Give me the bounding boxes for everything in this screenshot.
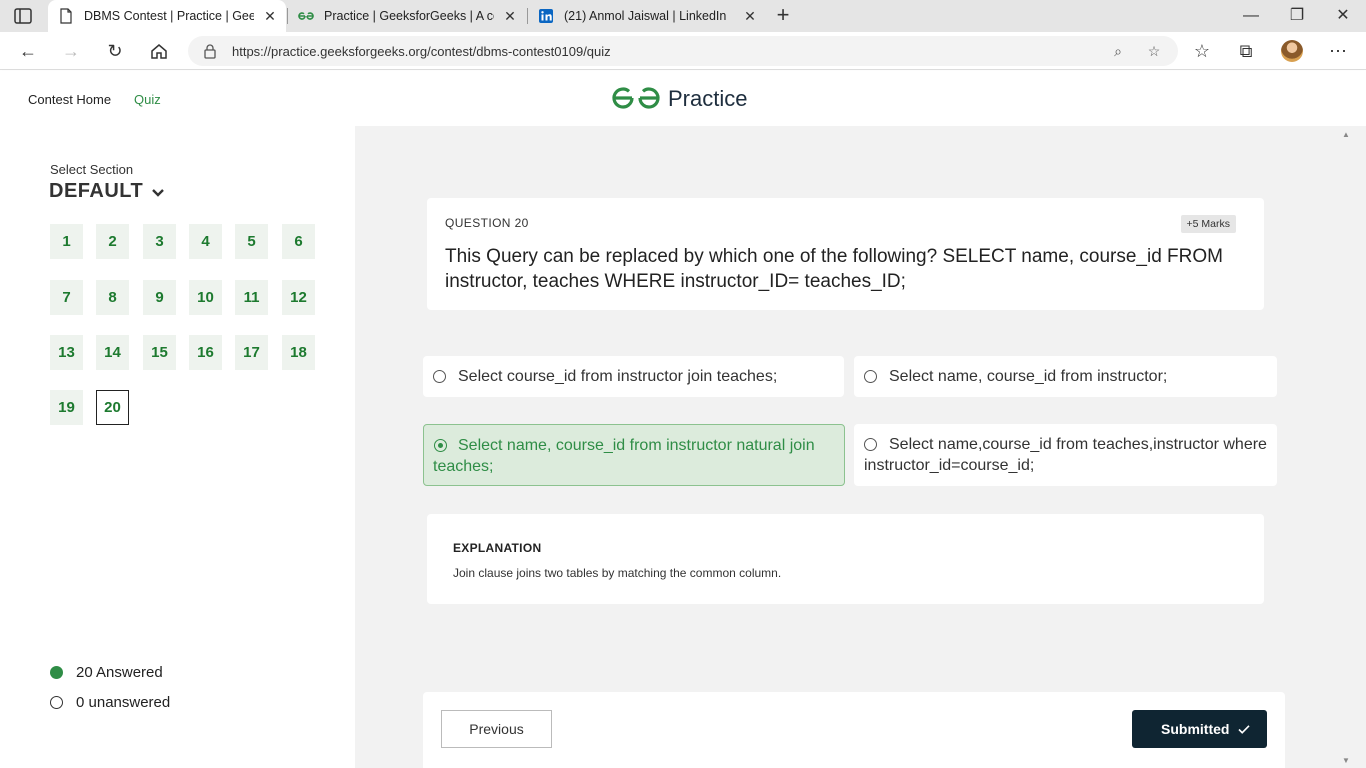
radio-icon[interactable] — [864, 370, 877, 383]
previous-button[interactable]: Previous — [441, 710, 552, 748]
radio-icon[interactable] — [433, 370, 446, 383]
question-button-14[interactable]: 14 — [96, 335, 129, 370]
select-section-label: Select Section — [50, 162, 134, 177]
question-button-13[interactable]: 13 — [50, 335, 83, 370]
unanswered-dot-icon — [50, 696, 63, 709]
question-button-5[interactable]: 5 — [235, 224, 268, 259]
lock-icon[interactable] — [203, 43, 217, 59]
tab-title: DBMS Contest | Practice | GeeksforGeeks — [84, 9, 254, 23]
option-4[interactable]: Select name,course_id from teaches,instr… — [854, 424, 1277, 486]
option-3[interactable]: Select name, course_id from instructor n… — [423, 424, 845, 486]
question-button-8[interactable]: 8 — [96, 280, 129, 315]
favorites-icon[interactable]: ☆ — [1191, 40, 1213, 62]
browser-tab-dbms-contest[interactable]: DBMS Contest | Practice | GeeksforGeeks … — [48, 0, 286, 32]
question-button-1[interactable]: 1 — [50, 224, 83, 259]
close-tab-icon[interactable]: ✕ — [262, 8, 278, 24]
chevron-down-icon[interactable] — [151, 188, 165, 198]
answered-dot-icon — [50, 666, 63, 679]
section-dropdown[interactable]: DEFAULT — [49, 180, 143, 203]
new-tab-button[interactable]: + — [772, 4, 794, 27]
quiz-footer: Previous Submitted — [423, 692, 1285, 768]
tab-title: (21) Anmol Jaiswal | LinkedIn — [564, 9, 727, 23]
submitted-button[interactable]: Submitted — [1132, 710, 1267, 748]
option-1[interactable]: Select course_id from instructor join te… — [423, 356, 844, 397]
marks-badge: +5 Marks — [1180, 215, 1236, 233]
question-button-17[interactable]: 17 — [235, 335, 268, 370]
refresh-icon[interactable]: ↻ — [104, 40, 126, 62]
tab-actions-icon[interactable] — [14, 8, 32, 24]
browser-tab-practice[interactable]: Practice | GeeksforGeeks | A computer sc… — [288, 0, 526, 32]
nav-contest-home[interactable]: Contest Home — [28, 92, 111, 107]
gfg-favicon-icon — [298, 12, 314, 20]
question-button-9[interactable]: 9 — [143, 280, 176, 315]
explanation-text: Join clause joins two tables by matching… — [453, 566, 782, 580]
scroll-up-arrow-icon[interactable]: ▲ — [1342, 130, 1350, 139]
page-icon — [60, 8, 72, 24]
address-bar[interactable]: https://practice.geeksforgeeks.org/conte… — [188, 36, 1178, 66]
explanation-card: EXPLANATION Join clause joins two tables… — [427, 514, 1264, 604]
close-tab-icon[interactable]: ✕ — [502, 8, 518, 24]
option-text: Select name,course_id from teaches,instr… — [864, 436, 1267, 474]
question-button-2[interactable]: 2 — [96, 224, 129, 259]
collections-icon[interactable]: ⧉ — [1235, 40, 1257, 62]
question-button-3[interactable]: 3 — [143, 224, 176, 259]
question-button-11[interactable]: 11 — [235, 280, 268, 315]
home-icon[interactable] — [148, 40, 170, 62]
question-button-4[interactable]: 4 — [189, 224, 222, 259]
restore-icon[interactable]: ❐ — [1287, 6, 1307, 26]
zoom-icon[interactable]: ⌕ — [1110, 43, 1126, 59]
option-text: Select name, course_id from instructor; — [889, 368, 1168, 385]
close-window-icon[interactable]: ✕ — [1333, 6, 1353, 26]
tab-title: Practice | GeeksforGeeks | A computer sc… — [324, 9, 494, 23]
profile-avatar[interactable] — [1281, 40, 1303, 62]
url-text[interactable]: https://practice.geeksforgeeks.org/conte… — [232, 44, 611, 59]
add-favorite-icon[interactable]: ☆ — [1146, 43, 1162, 59]
question-button-7[interactable]: 7 — [50, 280, 83, 315]
scroll-down-arrow-icon[interactable]: ▼ — [1342, 756, 1350, 765]
option-text: Select name, course_id from instructor n… — [433, 437, 815, 475]
logo-text: Practice — [668, 86, 748, 111]
gfg-logo-icon — [612, 87, 660, 109]
explanation-title: EXPLANATION — [453, 541, 542, 555]
answered-label: 20 Answered — [76, 664, 163, 681]
question-button-15[interactable]: 15 — [143, 335, 176, 370]
question-text: This Query can be replaced by which one … — [445, 246, 1223, 292]
close-tab-icon[interactable]: ✕ — [742, 8, 758, 24]
forward-icon[interactable]: → — [60, 40, 82, 62]
option-text: Select course_id from instructor join te… — [458, 368, 778, 385]
more-icon[interactable]: ⋯ — [1327, 40, 1349, 62]
option-2[interactable]: Select name, course_id from instructor; — [854, 356, 1277, 397]
question-button-19[interactable]: 19 — [50, 390, 83, 425]
check-icon — [1238, 725, 1250, 734]
submitted-label: Submitted — [1161, 721, 1230, 737]
question-button-18[interactable]: 18 — [282, 335, 315, 370]
gfg-practice-logo[interactable]: Practice — [610, 84, 760, 112]
question-number: QUESTION 20 — [445, 216, 529, 230]
question-navigator: Select Section DEFAULT 1 2 3 4 5 6 7 8 9… — [0, 126, 355, 768]
question-card: QUESTION 20 +5 Marks This Query can be r… — [427, 198, 1264, 310]
question-button-10[interactable]: 10 — [189, 280, 222, 315]
back-icon[interactable]: ← — [17, 40, 39, 62]
question-button-16[interactable]: 16 — [189, 335, 222, 370]
browser-tab-linkedin[interactable]: (21) Anmol Jaiswal | LinkedIn ✕ — [528, 0, 766, 32]
browser-tab-bar: DBMS Contest | Practice | GeeksforGeeks … — [0, 0, 1366, 32]
unanswered-label: 0 unanswered — [76, 694, 171, 711]
browser-toolbar: ← → ↻ https://practice.geeksforgeeks.org… — [0, 32, 1366, 70]
minimize-icon[interactable]: — — [1241, 6, 1261, 26]
linkedin-favicon-icon — [539, 9, 553, 23]
question-button-12[interactable]: 12 — [282, 280, 315, 315]
question-button-20[interactable]: 20 — [96, 390, 129, 425]
nav-quiz[interactable]: Quiz — [134, 92, 161, 107]
question-button-6[interactable]: 6 — [282, 224, 315, 259]
site-header: Contest Home Quiz Practice — [0, 71, 1366, 126]
quiz-main: ▲ QUESTION 20 +5 Marks This Query can be… — [355, 126, 1366, 768]
